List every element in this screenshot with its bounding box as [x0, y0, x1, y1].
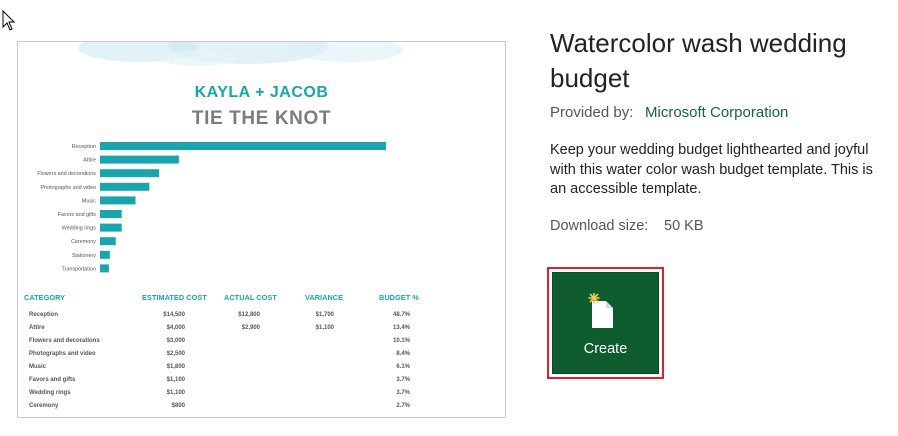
bar-label: Wedding rings [62, 226, 97, 232]
cell-estimated: $2,500 [166, 351, 185, 357]
bar-label: Ceremony [71, 239, 96, 245]
table-row: Attire $4,000 $2,900 $1,100 13.4% [18, 325, 505, 338]
bar [100, 264, 109, 273]
bar [100, 142, 386, 150]
table-header-budget: BUDGET % [379, 293, 419, 302]
bar-label: Stationery [72, 253, 97, 259]
table-row: Music $1,800 6.1% [18, 364, 505, 377]
create-button[interactable]: Create [552, 272, 659, 374]
download-size-value: 50 KB [664, 218, 704, 234]
cell-variance: $1,100 [315, 325, 334, 331]
bar [100, 250, 110, 259]
bar-label: Flowers and decorations [37, 171, 96, 177]
bar [100, 169, 160, 178]
cell-estimated: $1,800 [166, 364, 185, 370]
table-row: Flowers and decorations $3,000 10.1% [18, 338, 505, 351]
cell-estimated: $3,000 [166, 338, 185, 344]
cell-category: Flowers and decorations [29, 338, 100, 344]
table-row: Ceremony $800 2.7% [18, 403, 505, 416]
table-header-estimated: ESTIMATED COST [142, 293, 207, 302]
cell-category: Reception [29, 312, 59, 318]
budget-bar-chart: Reception Attire Flowers and decorations Ph… [37, 142, 386, 273]
cell-budget: 48.7% [392, 312, 410, 318]
create-button-highlight: Create [547, 267, 664, 379]
bar-label: Favors and gifts [58, 212, 97, 218]
cell-budget: 2.7% [396, 403, 410, 409]
cell-category: Ceremony [29, 403, 59, 409]
cell-budget: 6.1% [396, 364, 410, 370]
provider-name: Microsoft Corporation [645, 104, 789, 121]
cell-estimated: $800 [171, 403, 185, 409]
couple-names: KAYLA + JACOB [194, 84, 329, 101]
cell-category: Favors and gifts [29, 377, 76, 383]
cell-estimated: $4,000 [166, 325, 185, 331]
cell-category: Wedding rings [29, 390, 71, 396]
bar [100, 155, 179, 164]
table-row: Favors and gifts $1,100 3.7% [18, 377, 505, 390]
cell-estimated: $1,100 [166, 390, 185, 396]
bar [100, 196, 136, 205]
cell-category: Music [29, 364, 47, 370]
table-row: Wedding rings $1,100 3.7% [18, 390, 505, 403]
bar [100, 210, 122, 218]
bar-label: Reception [72, 144, 96, 150]
cell-budget: 13.4% [392, 325, 410, 331]
provided-by-label: Provided by: [550, 104, 634, 121]
bar-label: Photographs and video [41, 185, 96, 191]
cell-actual: $2,900 [241, 325, 260, 331]
table-header-actual: ACTUAL COST [224, 293, 277, 302]
cell-budget: 8.4% [396, 351, 410, 357]
cell-estimated: $1,100 [166, 377, 185, 383]
table-header-variance: VARIANCE [305, 293, 344, 302]
create-button-label: Create [583, 341, 628, 357]
new-document-icon [588, 293, 613, 328]
download-size-label: Download size: [550, 218, 649, 234]
cell-budget: 10.1% [392, 338, 410, 344]
cell-estimated: $14,500 [163, 312, 185, 318]
template-title: Watercolor wash wedding budget [550, 28, 847, 93]
bar [100, 237, 116, 246]
table-row: Reception $14,500 $12,800 $1,700 48.7% [18, 312, 505, 325]
bar-label: Music [82, 198, 96, 204]
mouse-cursor-icon [2, 10, 16, 31]
bar [100, 223, 122, 232]
bar-label: Attire [83, 158, 96, 164]
template-description: Keep your wedding budget lighthearted an… [550, 142, 873, 197]
cell-category: Attire [29, 325, 45, 331]
preview-headline: TIE THE KNOT [191, 108, 332, 129]
table-row: Photographs and video $2,500 8.4% [18, 351, 505, 364]
cell-budget: 3.7% [396, 377, 410, 383]
table-header-category: CATEGORY [24, 293, 66, 302]
bar-label: Transportation [61, 266, 96, 272]
cell-variance: $1,700 [315, 312, 334, 318]
bar [100, 182, 150, 191]
template-preview: KAYLA + JACOB TIE THE KNOT Reception Atti… [17, 41, 506, 418]
cell-budget: 3.7% [396, 390, 410, 396]
cell-category: Photographs and video [29, 351, 96, 357]
cell-actual: $12,800 [238, 312, 260, 318]
